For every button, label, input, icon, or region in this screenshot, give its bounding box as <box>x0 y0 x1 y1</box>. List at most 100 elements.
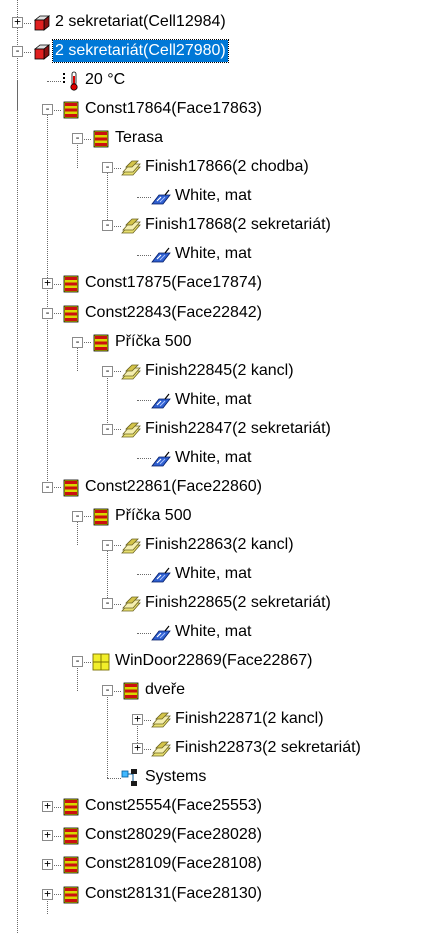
tree-node-label[interactable]: Const28131(Face28130) <box>83 883 264 905</box>
material-icon <box>151 623 171 643</box>
finish-layer-icon <box>151 739 171 759</box>
collapse-toggle[interactable]: - <box>42 481 53 493</box>
tree-node[interactable]: + Const17875(Face17874) <box>0 269 444 298</box>
tree-node-label[interactable]: Finish17866(2 chodba) <box>143 156 311 178</box>
tree-node[interactable]: White, mat <box>0 618 444 647</box>
tree-node-label[interactable]: Const25554(Face25553) <box>83 795 264 817</box>
collapse-toggle[interactable]: - <box>102 684 113 697</box>
tree-node[interactable]: - Finish22865(2 sekretariát) <box>0 589 444 618</box>
tree-node[interactable]: + Const25554(Face25553) <box>0 792 444 821</box>
tree-node-label[interactable]: WinDoor22869(Face22867) <box>113 650 314 672</box>
tree-node-label[interactable]: White, mat <box>173 621 253 643</box>
tree-node-label[interactable]: Const17864(Face17863) <box>83 98 264 120</box>
tree-node-label[interactable]: Finish22845(2 kancl) <box>143 360 296 382</box>
expand-toggle[interactable]: + <box>12 16 23 28</box>
tree-node-label[interactable]: Finish22863(2 kancl) <box>143 534 296 556</box>
tree-node[interactable]: White, mat <box>0 240 444 269</box>
tree-node-label[interactable]: Const22843(Face22842) <box>83 302 264 324</box>
expand-toggle[interactable]: + <box>42 829 53 842</box>
tree-node-label-selected[interactable]: 2 sekretariát(Cell27980) <box>52 39 229 64</box>
tree-node[interactable]: - 2 sekretariát(Cell27980) <box>0 37 444 66</box>
collapse-toggle[interactable]: - <box>72 336 83 348</box>
collapse-toggle[interactable]: - <box>102 161 113 174</box>
tree-node-label[interactable]: Příčka 500 <box>113 505 193 527</box>
finish-layer-icon <box>121 536 141 556</box>
cell-box-icon <box>31 42 51 62</box>
tree-node[interactable]: - dveře <box>0 676 444 705</box>
construction-icon <box>61 826 81 846</box>
tree-node-label[interactable]: Finish22873(2 sekretariát) <box>173 737 363 759</box>
finish-layer-icon <box>121 420 141 440</box>
tree-node-label[interactable]: 20 °C <box>83 69 127 91</box>
collapse-toggle[interactable]: - <box>102 597 113 609</box>
tree-node[interactable]: +2 sekretariat(Cell12984) <box>0 8 444 37</box>
tree-node[interactable]: - Finish17868(2 sekretariát) <box>0 211 444 240</box>
tree-node[interactable]: - Terasa <box>0 124 444 153</box>
expand-toggle[interactable]: + <box>132 742 143 755</box>
tree-node[interactable]: White, mat <box>0 560 444 589</box>
material-icon <box>151 565 171 585</box>
tree-node[interactable]: + Const28131(Face28130) <box>0 880 444 909</box>
tree-node-label[interactable]: White, mat <box>173 185 253 207</box>
tree-node[interactable]: - Const22843(Face22842) <box>0 299 444 328</box>
tree-node[interactable]: - Finish17866(2 chodba) <box>0 153 444 182</box>
collapse-toggle[interactable]: - <box>12 45 23 58</box>
tree-node-label[interactable]: White, mat <box>173 389 253 411</box>
tree-node[interactable]: - Příčka 500 <box>0 328 444 357</box>
collapse-toggle[interactable]: - <box>102 423 113 435</box>
tree-node-label[interactable]: Terasa <box>113 127 165 149</box>
tree-node[interactable]: 20 °C <box>0 66 444 95</box>
tree-node-label[interactable]: Const28109(Face28108) <box>83 853 264 875</box>
tree-node-label[interactable]: Const22861(Face22860) <box>83 476 264 498</box>
tree-node-label[interactable]: dveře <box>143 679 187 701</box>
tree-node[interactable]: - WinDoor22869(Face22867) <box>0 647 444 676</box>
tree-node[interactable]: White, mat <box>0 444 444 473</box>
tree-node[interactable]: - Const22861(Face22860) <box>0 473 444 502</box>
expand-toggle[interactable]: + <box>42 858 53 871</box>
tree-node[interactable]: - Příčka 500 <box>0 502 444 531</box>
tree-node-label[interactable]: Const28029(Face28028) <box>83 824 264 846</box>
tree-node-label[interactable]: Const17875(Face17874) <box>83 272 264 294</box>
cell-box-icon <box>31 13 51 33</box>
tree-connector <box>47 80 61 82</box>
expand-toggle[interactable]: + <box>42 277 53 290</box>
material-icon <box>151 449 171 469</box>
tree-node-label[interactable]: Systems <box>143 766 208 788</box>
tree-node-label[interactable]: Finish22847(2 sekretariát) <box>143 418 333 440</box>
tree-node[interactable]: - Const17864(Face17863) <box>0 95 444 124</box>
collapse-toggle[interactable]: - <box>42 307 53 319</box>
tree-node[interactable]: - Finish22845(2 kancl) <box>0 357 444 386</box>
finish-layer-icon <box>121 594 141 614</box>
collapse-toggle[interactable]: - <box>72 655 83 668</box>
collapse-toggle[interactable]: - <box>72 510 83 522</box>
collapse-toggle[interactable]: - <box>42 103 53 116</box>
tree-node-label[interactable]: Příčka 500 <box>113 331 193 353</box>
tree-node[interactable]: White, mat <box>0 386 444 415</box>
tree-node-label[interactable]: White, mat <box>173 447 253 469</box>
tree-node-label[interactable]: 2 sekretariat(Cell12984) <box>53 11 228 33</box>
tree-node[interactable]: Systems <box>0 763 444 792</box>
tree-connector <box>137 458 151 460</box>
tree-node-label[interactable]: Finish22871(2 kancl) <box>173 708 326 730</box>
thermometer-icon <box>61 71 81 91</box>
tree-node-label[interactable]: White, mat <box>173 243 253 265</box>
tree-node-label[interactable]: Finish22865(2 sekretariát) <box>143 592 333 614</box>
expand-toggle[interactable]: + <box>42 888 53 900</box>
tree-node[interactable]: + Finish22873(2 sekretariát) <box>0 734 444 763</box>
collapse-toggle[interactable]: - <box>102 539 113 551</box>
tree-node[interactable]: - Finish22847(2 sekretariát) <box>0 415 444 444</box>
tree-node[interactable]: + Const28029(Face28028) <box>0 821 444 850</box>
tree-node[interactable]: - Finish22863(2 kancl) <box>0 531 444 560</box>
construction-icon <box>61 797 81 817</box>
expand-toggle[interactable]: + <box>42 800 53 813</box>
tree-node[interactable]: White, mat <box>0 182 444 211</box>
tree-node[interactable]: + Finish22871(2 kancl) <box>0 705 444 734</box>
tree-node-label[interactable]: Finish17868(2 sekretariát) <box>143 214 333 236</box>
construction-icon <box>91 507 111 527</box>
expand-toggle[interactable]: + <box>132 713 143 726</box>
collapse-toggle[interactable]: - <box>72 132 83 145</box>
tree-node[interactable]: + Const28109(Face28108) <box>0 850 444 879</box>
collapse-toggle[interactable]: - <box>102 219 113 232</box>
tree-node-label[interactable]: White, mat <box>173 563 253 585</box>
collapse-toggle[interactable]: - <box>102 365 113 377</box>
